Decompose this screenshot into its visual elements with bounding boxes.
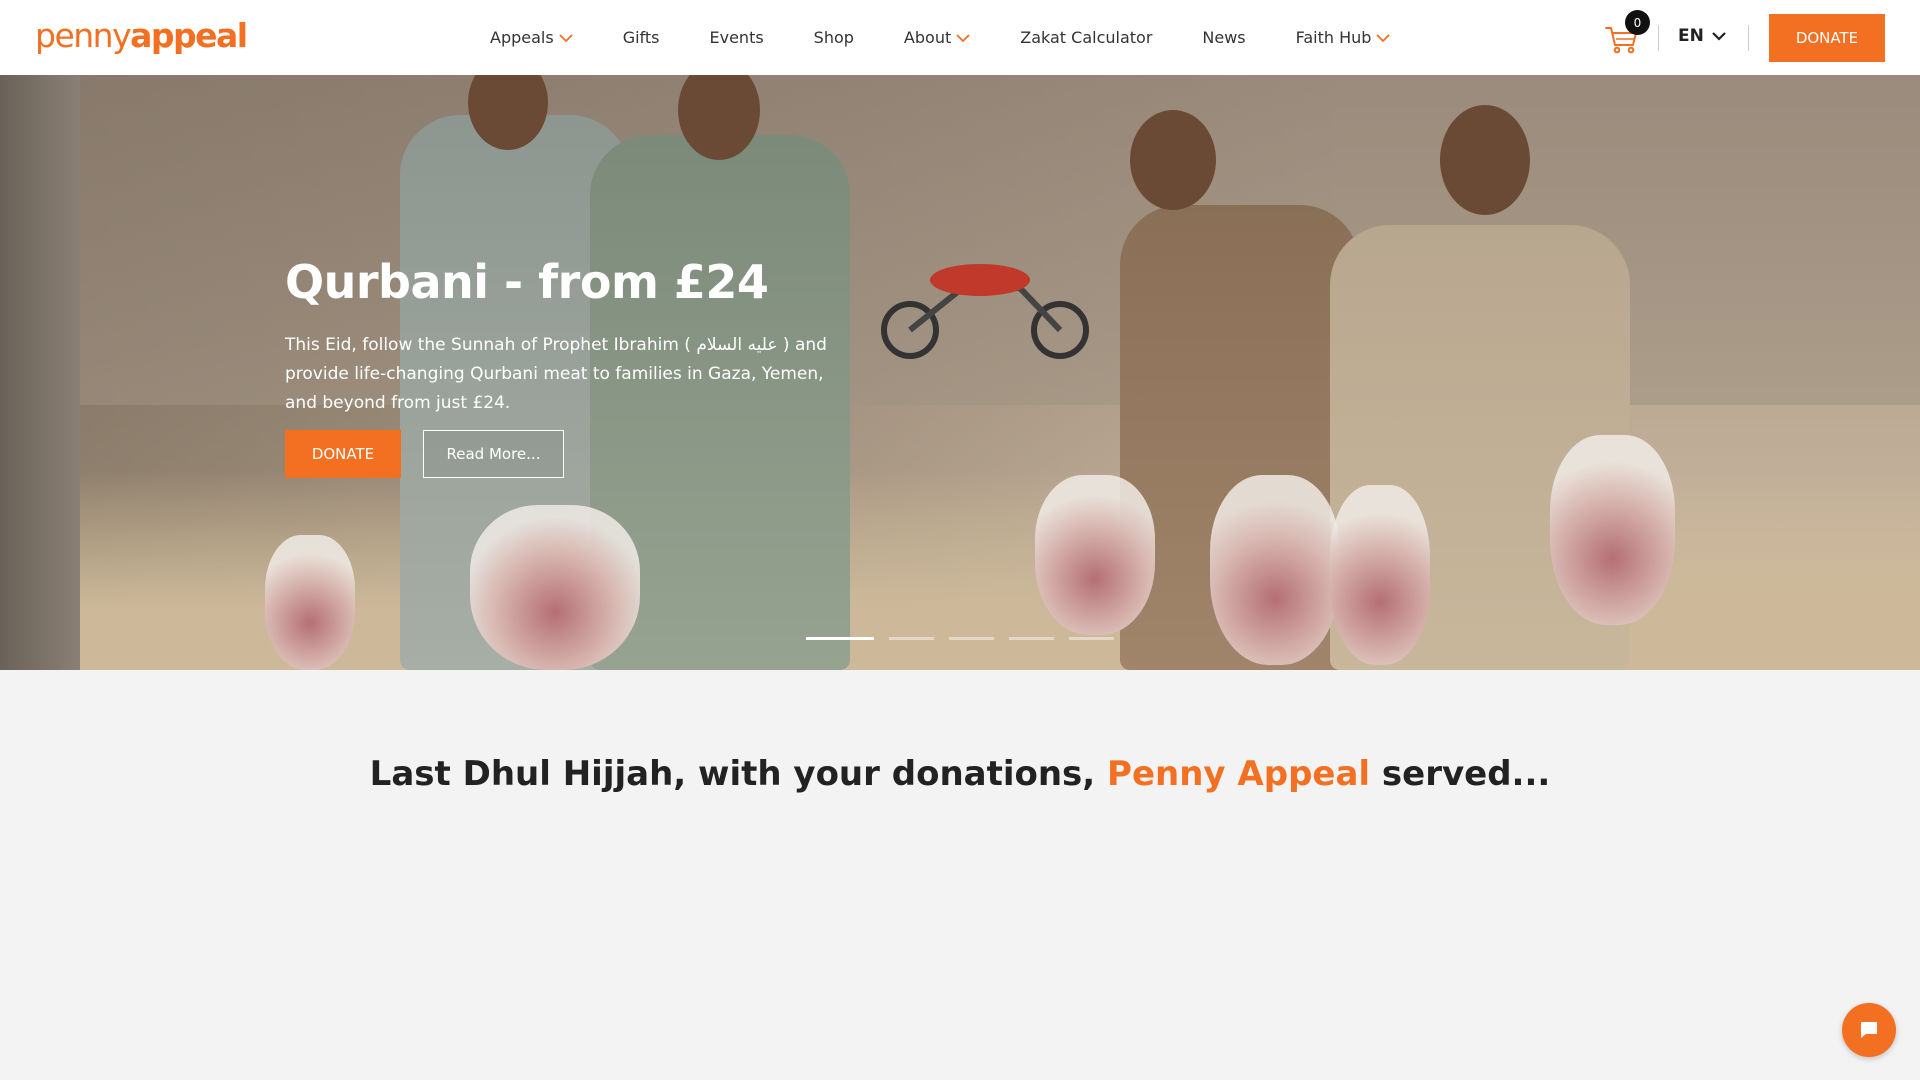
hero-photo-tree: [0, 75, 80, 670]
stats-heading-suffix: served...: [1370, 754, 1551, 794]
hero-read-more-button[interactable]: Read More...: [423, 430, 564, 478]
nav-item-label: Gifts: [622, 28, 660, 47]
nav-item-label: Zakat Calculator: [1020, 28, 1153, 47]
penny-appeal-logo[interactable]: pennyappeal: [35, 16, 248, 56]
chevron-down-icon: [1376, 33, 1391, 42]
nav-item-faith-hub[interactable]: Faith Hub: [1296, 28, 1391, 47]
hero-photo-meat-bag: [470, 505, 640, 670]
header-divider: [1748, 25, 1749, 51]
hero-photo-meat-bag: [1210, 475, 1340, 665]
language-label: EN: [1678, 26, 1704, 46]
nav-item-label: Events: [709, 28, 764, 47]
chat-launcher-button[interactable]: [1842, 1003, 1896, 1057]
carousel-indicator-3[interactable]: [949, 637, 994, 640]
carousel-indicator-5[interactable]: [1069, 637, 1114, 640]
nav-item-label: Appeals: [490, 28, 554, 47]
hero-photo-figure-head: [1440, 105, 1530, 215]
language-selector[interactable]: EN: [1678, 26, 1726, 46]
nav-item-gifts[interactable]: Gifts: [623, 28, 660, 47]
carousel-indicator-1[interactable]: [806, 637, 874, 640]
stats-heading-prefix: Last Dhul Hijjah, with your donations,: [369, 754, 1108, 794]
chevron-down-icon: [1712, 32, 1726, 41]
hero-content: Qurbani - from £24 This Eid, follow the …: [285, 255, 845, 478]
hero-photo-meat-bag: [1035, 475, 1155, 635]
nav-item-zakat-calculator[interactable]: Zakat Calculator: [1020, 28, 1152, 47]
hero-buttons: DONATE Read More...: [285, 430, 845, 478]
hero-photo-meat-bag: [1550, 435, 1675, 625]
hero-photo-meat-bag: [265, 535, 355, 670]
nav-item-appeals[interactable]: Appeals: [490, 28, 573, 47]
cart-count-badge: 0: [1625, 10, 1650, 35]
header-divider: [1658, 25, 1659, 51]
carousel-indicators: [806, 637, 1129, 640]
stats-heading: Last Dhul Hijjah, with your donations, P…: [0, 754, 1920, 794]
chevron-down-icon: [559, 33, 573, 42]
carousel-indicator-4[interactable]: [1009, 637, 1054, 640]
logo-text-appeal: appeal: [130, 16, 248, 55]
nav-item-news[interactable]: News: [1202, 28, 1245, 47]
nav-item-label: About: [903, 28, 952, 47]
hero-title: Qurbani - from £24: [285, 255, 769, 309]
site-header: pennyappeal Appeals Gifts Events Shop Ab…: [0, 0, 1920, 75]
carousel-indicator-2[interactable]: [889, 637, 934, 640]
hero-photo-motorbike: [881, 264, 1089, 359]
chat-bubble-icon: [1861, 1022, 1877, 1038]
nav-item-label: Faith Hub: [1295, 28, 1372, 47]
nav-item-events[interactable]: Events: [710, 28, 764, 47]
nav-item-about[interactable]: About: [904, 28, 970, 47]
hero-photo-meat-bag: [1330, 485, 1430, 665]
hero-donate-button[interactable]: DONATE: [285, 430, 401, 478]
main-nav: Appeals Gifts Events Shop About Zakat Ca…: [490, 0, 1440, 75]
hero-photo-figure-head: [1130, 110, 1216, 210]
logo-text-penny: penny: [35, 16, 132, 55]
chevron-down-icon: [956, 33, 970, 42]
hero-description: This Eid, follow the Sunnah of Prophet I…: [285, 335, 827, 413]
nav-item-shop[interactable]: Shop: [814, 28, 854, 47]
hero-carousel: Qurbani - from £24 This Eid, follow the …: [0, 75, 1920, 670]
nav-item-label: News: [1202, 28, 1246, 47]
header-donate-button[interactable]: DONATE: [1769, 14, 1885, 62]
stats-heading-accent: Penny Appeal: [1107, 754, 1371, 794]
nav-item-label: Shop: [813, 28, 854, 47]
